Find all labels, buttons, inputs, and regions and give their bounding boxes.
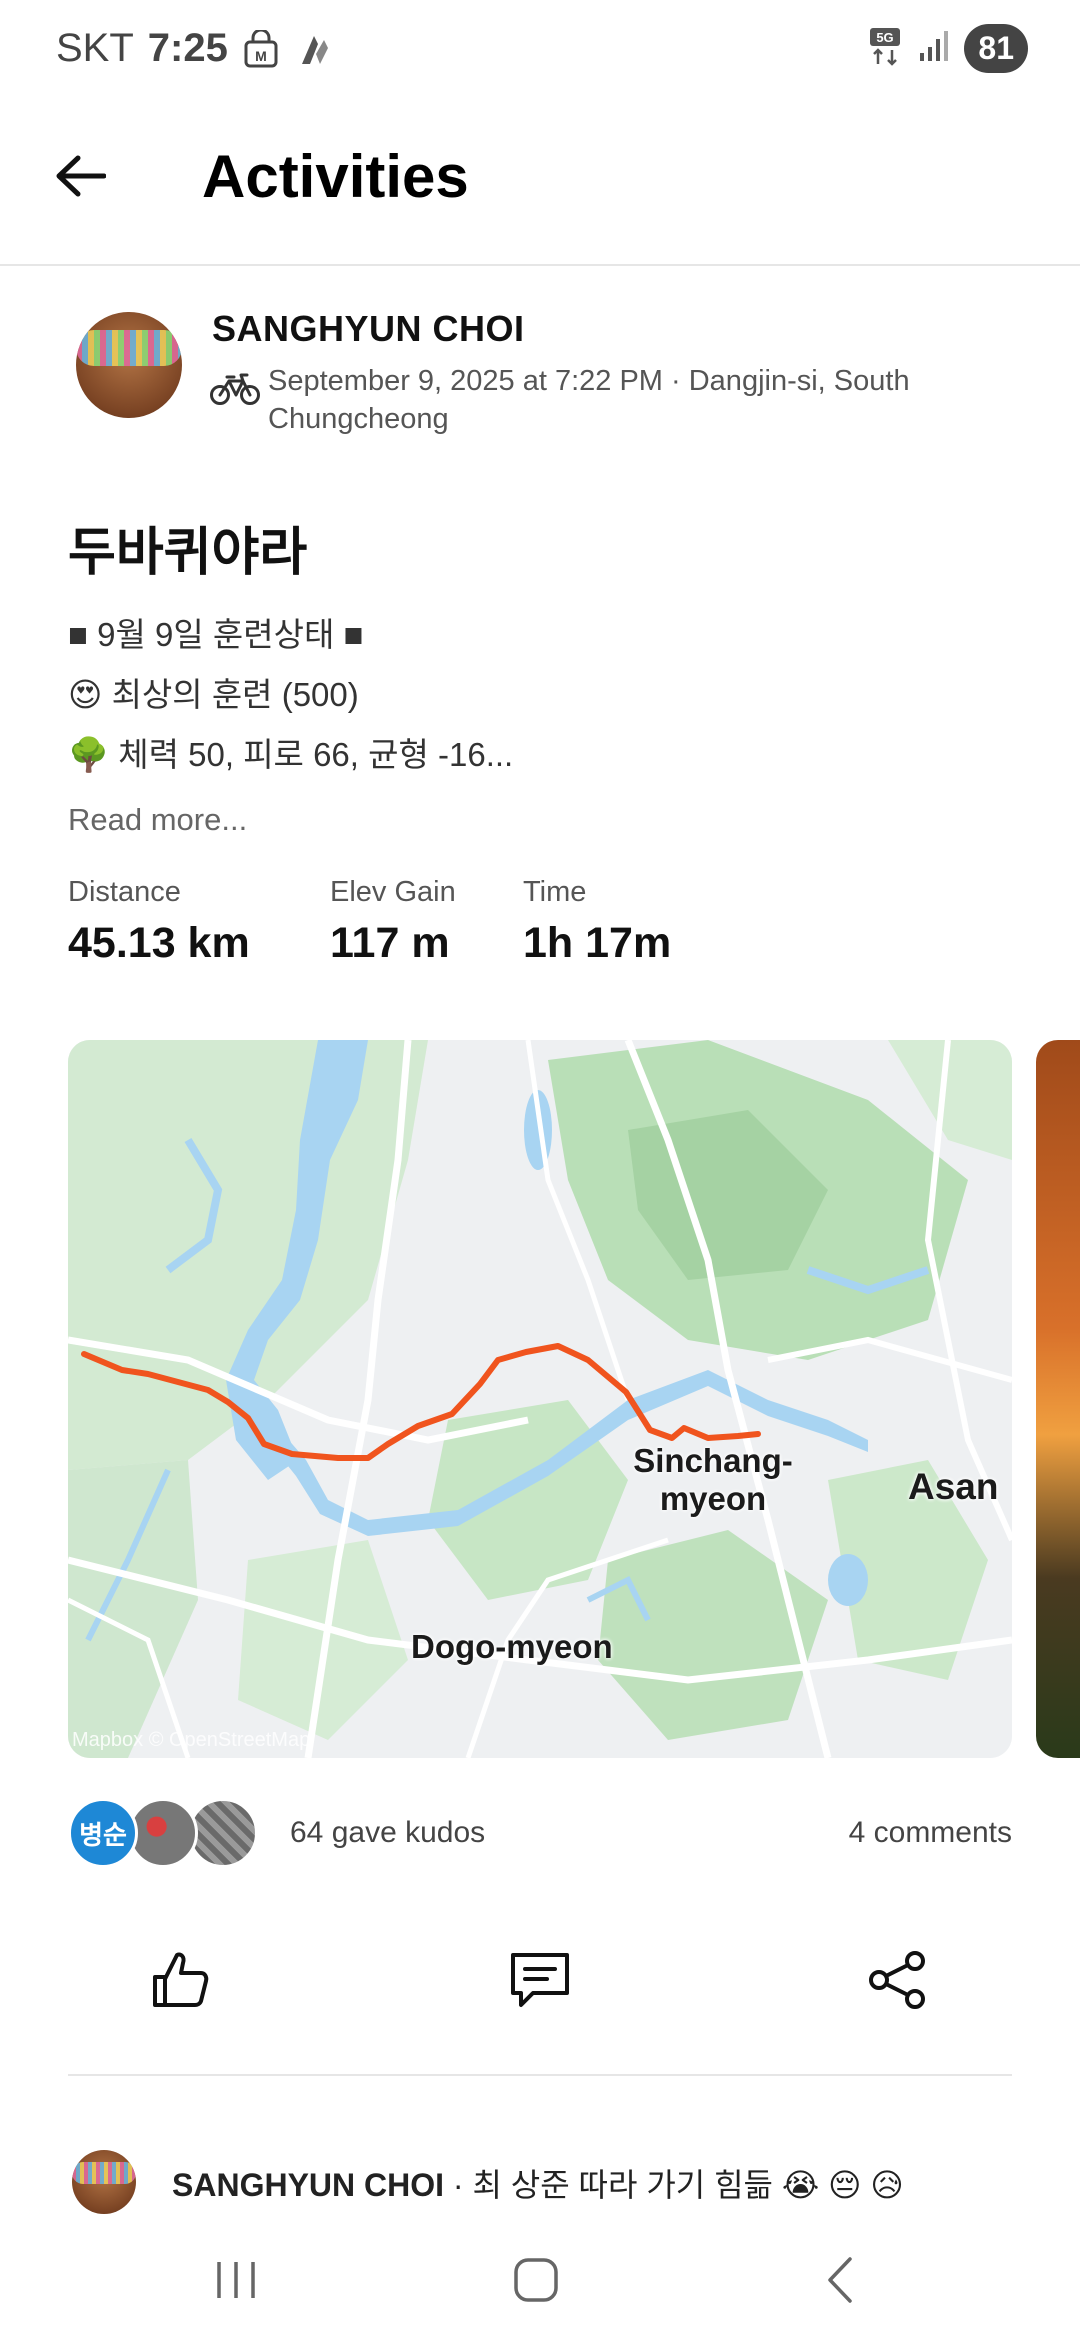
system-nav-bar [0, 2220, 1080, 2340]
status-left: SKT 7:25 M [56, 26, 332, 71]
stat-elev-gain: Elev Gain 117 m [330, 876, 456, 968]
home-button[interactable] [496, 2250, 576, 2310]
kudo-button[interactable] [140, 1940, 220, 2020]
battery-indicator: 81 [964, 24, 1028, 73]
activity-title: 두바퀴야라 [68, 524, 308, 582]
share-button[interactable] [858, 1940, 938, 2020]
description-line: ■ 9월 9일 훈련상태 ■ [68, 616, 364, 653]
next-photo-preview[interactable] [1036, 1040, 1080, 1758]
strava-notification-icon [294, 30, 332, 68]
stat-value: 45.13 km [68, 919, 250, 967]
stat-label: Distance [68, 876, 181, 908]
divider [68, 2074, 1012, 2076]
activity-date-location: September 9, 2025 at 7:22 PM · Dangjin-s… [268, 365, 910, 435]
stat-label: Elev Gain [330, 876, 456, 908]
map-label-dogo: Dogo-myeon [411, 1628, 613, 1665]
chevron-left-icon [828, 2257, 852, 2303]
svg-text:M: M [255, 48, 267, 64]
map-attribution: Mapbox © OpenStreetMap [72, 1729, 311, 1751]
comment-button[interactable] [500, 1940, 580, 2020]
lock-notification-icon: M [242, 29, 280, 68]
route-map[interactable]: Sinchang-myeon Asan Dogo-myeon Mapbox © … [68, 1040, 1012, 1758]
map-label-asan: Asan [908, 1466, 999, 1507]
status-right: 5G 81 [868, 24, 1028, 73]
comment-preview[interactable]: SANGHYUN CHOI · 최 상준 따라 가기 힘듦 😭 😔 😥 [172, 2160, 904, 2206]
comments-count[interactable]: 4 comments [849, 1816, 1012, 1850]
bicycle-icon [210, 373, 260, 405]
commenter-avatar[interactable] [72, 2150, 136, 2214]
stat-label: Time [523, 876, 587, 908]
share-icon [869, 1951, 925, 2009]
carrier-label: SKT [56, 26, 134, 70]
description-line: 🌳 체력 50, 피로 66, 균형 -16... [68, 736, 514, 773]
kudos-avatars[interactable]: 병순 [68, 1798, 258, 1870]
comment-text: · 최 상준 따라 가기 힘듦 😭 😔 😥 [444, 2167, 904, 2203]
kudoer-avatar [188, 1798, 258, 1868]
system-back-button[interactable] [800, 2250, 880, 2310]
athlete-name[interactable]: SANGHYUN CHOI [212, 308, 525, 350]
clock-time: 7:25 [147, 26, 228, 70]
recent-apps-button[interactable] [196, 2250, 276, 2310]
page-title: Activities [202, 143, 469, 210]
kudoer-avatar [128, 1798, 198, 1868]
svg-text:5G: 5G [877, 30, 894, 45]
signal-icon [918, 29, 950, 68]
status-bar: SKT 7:25 M 5G 81 [0, 0, 1080, 100]
description-line: 😍 최상의 훈련 (500) [68, 676, 359, 713]
comment-author: SANGHYUN CHOI [172, 2167, 445, 2203]
stat-value: 1h 17m [523, 919, 672, 967]
app-header: Activities [0, 100, 1080, 266]
home-icon [514, 2258, 558, 2302]
thumbs-up-icon [153, 1952, 209, 2007]
network-5g-icon: 5G [868, 26, 904, 71]
stat-time: Time 1h 17m [523, 876, 671, 968]
read-more-link[interactable]: Read more... [68, 802, 247, 838]
athlete-avatar[interactable] [76, 312, 182, 418]
map-label-sinchang: Sinchang-myeon [633, 1442, 793, 1517]
stat-distance: Distance 45.13 km [68, 876, 250, 968]
comment-icon [511, 1953, 569, 2007]
kudos-count[interactable]: 64 gave kudos [290, 1816, 485, 1850]
arrow-left-icon [56, 155, 106, 197]
back-button[interactable] [50, 146, 110, 206]
stat-value: 117 m [330, 919, 450, 967]
kudoer-avatar: 병순 [68, 1798, 138, 1868]
recent-apps-icon [217, 2262, 255, 2298]
